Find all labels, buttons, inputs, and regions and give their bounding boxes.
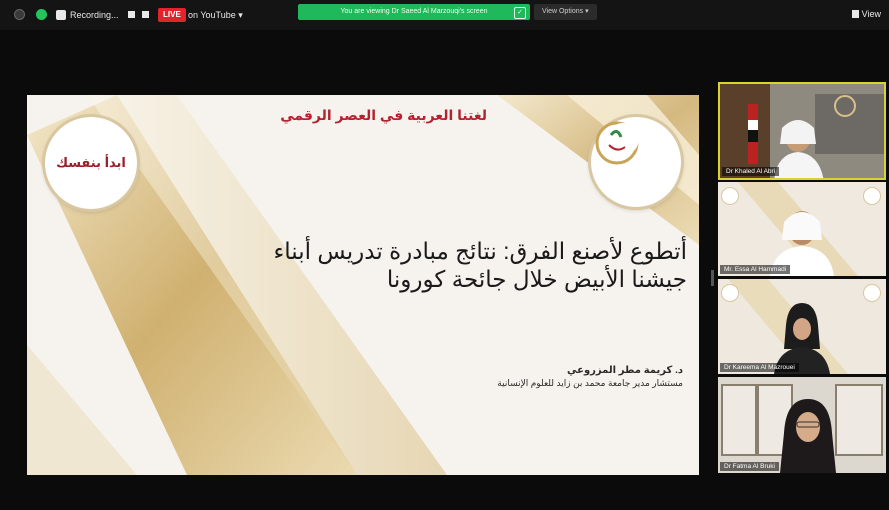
live-badge[interactable]: LIVE <box>158 8 186 22</box>
meeting-toolbar: Recording... LIVE on YouTube ▾ You are v… <box>0 0 889 30</box>
panel-resize-handle[interactable] <box>711 270 714 286</box>
youtube-label: on YouTube <box>188 10 236 20</box>
live-youtube-dropdown[interactable]: on YouTube ▾ <box>188 8 243 22</box>
initiative-logo: ابدأ بنفسك <box>45 117 137 209</box>
security-shield-icon[interactable] <box>14 9 25 20</box>
slide-author-block: د. كريمة مطر المزروعي مستشار مدير جامعة … <box>407 365 683 389</box>
participant-name: Dr Kareema Al Mazrouei <box>720 363 799 372</box>
cloud-record-icon <box>56 10 66 20</box>
participant-video-feed <box>718 377 886 473</box>
slide-logo-icon <box>864 285 880 301</box>
slide-logo-icon <box>864 188 880 204</box>
participant-video-feed <box>720 84 884 178</box>
slide-main-heading: أتطوع لأصنع الفرق: نتائج مبادرة تدريس أب… <box>273 238 687 292</box>
participant-video-tile[interactable]: Dr Fatma Al Bruki <box>718 377 886 473</box>
participant-video-feed <box>718 182 886 276</box>
initiative-logo-text: ابدأ بنفسك <box>56 155 126 170</box>
view-options-label: View Options <box>542 8 584 15</box>
share-banner-text: You are viewing Dr Saeed Al Marzouqi's s… <box>340 8 488 15</box>
chevron-down-icon: ▾ <box>585 8 589 15</box>
view-options-button[interactable]: View Options ▾ <box>534 4 597 20</box>
crescent-logo-icon <box>595 121 639 165</box>
slide-logo-icon <box>722 285 738 301</box>
participant-video-tile[interactable]: Dr Kareema Al Mazrouei <box>718 279 886 374</box>
stop-recording-icon[interactable] <box>142 11 149 18</box>
chevron-down-icon: ▾ <box>238 10 243 20</box>
recording-indicator[interactable]: Recording... <box>56 8 119 22</box>
participant-name: Dr Fatma Al Bruki <box>720 462 779 471</box>
author-name: د. كريمة مطر المزروعي <box>567 365 683 376</box>
participant-video-tile[interactable]: Mr. Essa Al Hammadi <box>718 182 886 276</box>
connection-status-icon[interactable] <box>36 9 47 20</box>
university-logo <box>591 117 681 207</box>
slide-logo-icon <box>722 188 738 204</box>
view-button[interactable]: View <box>851 9 881 19</box>
participant-video-tile[interactable]: Dr Khaled Al Abri <box>718 82 886 180</box>
participant-name: Dr Khaled Al Abri <box>722 167 780 176</box>
grid-view-icon <box>851 10 859 18</box>
author-role: مستشار مدير جامعة محمد بن زايد للعلوم ال… <box>497 378 683 388</box>
slide-header-title: لغتنا العربية في العصر الرقمي <box>280 107 487 123</box>
screen-share-banner: You are viewing Dr Saeed Al Marzouqi's s… <box>298 4 530 20</box>
recording-label: Recording... <box>70 10 119 20</box>
shared-screen-slide: ابدأ بنفسك لغتنا العربية في العصر الرقمي… <box>27 95 699 475</box>
pause-recording-icon[interactable] <box>128 11 135 18</box>
participant-name: Mr. Essa Al Hammadi <box>720 265 791 274</box>
banner-expand-icon[interactable]: ✓ <box>514 7 526 19</box>
participant-video-feed <box>718 279 886 374</box>
view-label: View <box>861 9 881 19</box>
